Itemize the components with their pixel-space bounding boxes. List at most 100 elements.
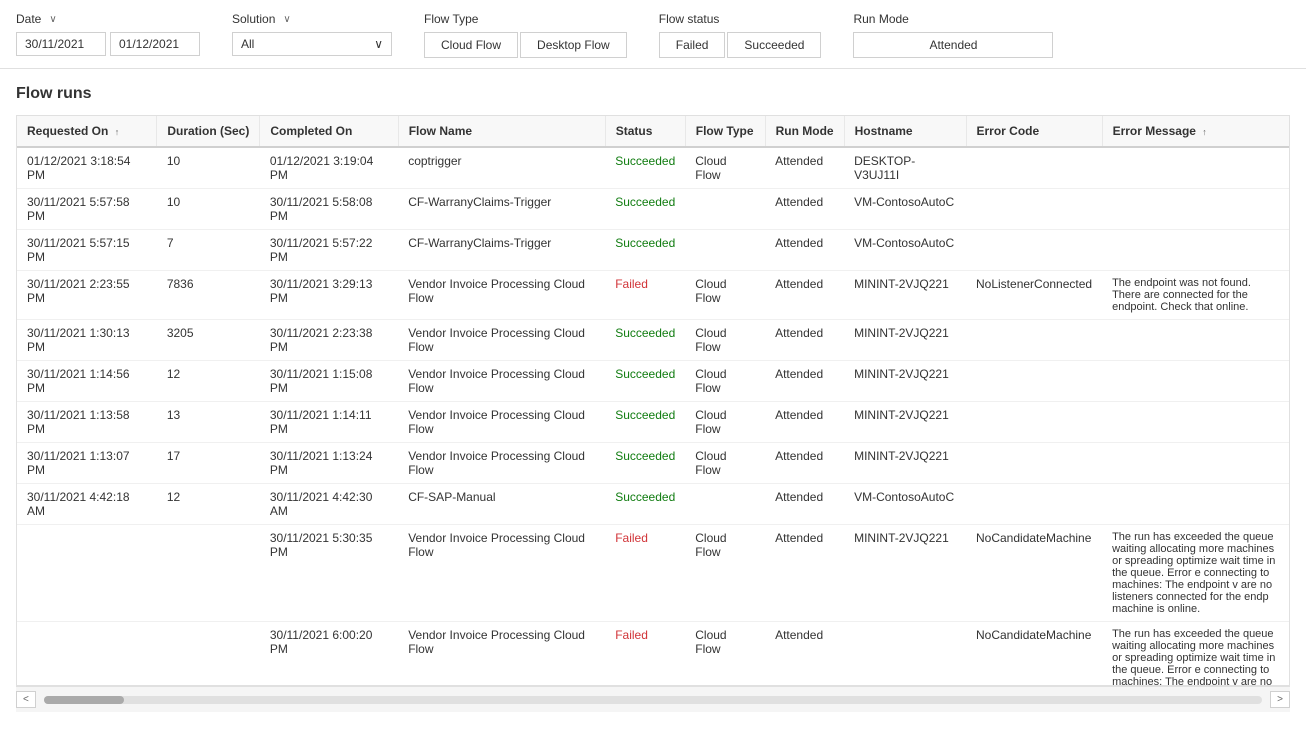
table-cell: 01/12/2021 3:19:04 PM bbox=[260, 147, 398, 189]
table-cell bbox=[966, 147, 1102, 189]
table-cell: Vendor Invoice Processing Cloud Flow bbox=[398, 271, 605, 320]
table-cell bbox=[844, 622, 966, 687]
table-row: 30/11/2021 1:13:58 PM1330/11/2021 1:14:1… bbox=[17, 402, 1289, 443]
sort-error-message-icon: ↑ bbox=[1202, 127, 1207, 137]
table-row: 30/11/2021 5:57:58 PM1030/11/2021 5:58:0… bbox=[17, 189, 1289, 230]
table-cell: Attended bbox=[765, 443, 844, 484]
table-row: 30/11/2021 4:42:18 AM1230/11/2021 4:42:3… bbox=[17, 484, 1289, 525]
col-error-message[interactable]: Error Message ↑ bbox=[1102, 116, 1289, 147]
date-filter-group: Date ∨ bbox=[16, 12, 200, 56]
table-cell: Attended bbox=[765, 189, 844, 230]
table-cell: Attended bbox=[765, 525, 844, 622]
table-row: 30/11/2021 1:30:13 PM320530/11/2021 2:23… bbox=[17, 320, 1289, 361]
table-cell: VM-ContosoAutoC bbox=[844, 189, 966, 230]
table-cell: 12 bbox=[157, 484, 260, 525]
scroll-thumb[interactable] bbox=[44, 696, 124, 704]
flow-status-label: Flow status bbox=[659, 12, 822, 26]
table-cell: Cloud Flow bbox=[685, 361, 765, 402]
horizontal-scrollbar[interactable]: < > bbox=[16, 686, 1290, 712]
date-from-input[interactable] bbox=[16, 32, 106, 56]
table-cell: Succeeded bbox=[605, 361, 685, 402]
table-cell: Cloud Flow bbox=[685, 622, 765, 687]
table-cell: Vendor Invoice Processing Cloud Flow bbox=[398, 402, 605, 443]
table-cell: The endpoint was not found. There are co… bbox=[1102, 271, 1289, 320]
table-cell bbox=[157, 525, 260, 622]
table-cell: VM-ContosoAutoC bbox=[844, 230, 966, 271]
table-cell: Succeeded bbox=[605, 189, 685, 230]
succeeded-button[interactable]: Succeeded bbox=[727, 32, 821, 58]
col-requested-on[interactable]: Requested On ↑ bbox=[17, 116, 157, 147]
col-hostname[interactable]: Hostname bbox=[844, 116, 966, 147]
filter-bar: Date ∨ Solution ∨ All ∨ Flow Type Cloud … bbox=[0, 0, 1306, 69]
table-cell: VM-ContosoAutoC bbox=[844, 484, 966, 525]
table-cell: MININT-2VJQ221 bbox=[844, 320, 966, 361]
solution-chevron-icon: ∨ bbox=[283, 14, 290, 25]
table-cell bbox=[1102, 361, 1289, 402]
solution-dropdown-chevron: ∨ bbox=[374, 37, 383, 51]
table-cell: MININT-2VJQ221 bbox=[844, 443, 966, 484]
table-cell: CF-WarranyClaims-Trigger bbox=[398, 230, 605, 271]
solution-value: All bbox=[241, 37, 254, 51]
table-cell: Cloud Flow bbox=[685, 320, 765, 361]
table-cell: Failed bbox=[605, 622, 685, 687]
col-run-mode[interactable]: Run Mode bbox=[765, 116, 844, 147]
table-cell: 30/11/2021 1:30:13 PM bbox=[17, 320, 157, 361]
table-cell: Attended bbox=[765, 320, 844, 361]
date-filter-label: Date bbox=[16, 12, 41, 26]
flow-status-filter-group: Flow status Failed Succeeded bbox=[659, 12, 822, 58]
table-cell: Succeeded bbox=[605, 320, 685, 361]
table-cell: CF-SAP-Manual bbox=[398, 484, 605, 525]
flow-runs-table-container[interactable]: Requested On ↑ Duration (Sec) Completed … bbox=[16, 115, 1290, 686]
sort-requested-on-icon: ↑ bbox=[115, 127, 120, 137]
col-error-code[interactable]: Error Code bbox=[966, 116, 1102, 147]
table-cell: Vendor Invoice Processing Cloud Flow bbox=[398, 443, 605, 484]
scroll-track[interactable] bbox=[44, 696, 1262, 704]
table-cell: Cloud Flow bbox=[685, 271, 765, 320]
col-duration[interactable]: Duration (Sec) bbox=[157, 116, 260, 147]
cloud-flow-button[interactable]: Cloud Flow bbox=[424, 32, 518, 58]
table-cell: The run has exceeded the queue waiting a… bbox=[1102, 525, 1289, 622]
table-cell: 30/11/2021 2:23:55 PM bbox=[17, 271, 157, 320]
table-cell: 30/11/2021 1:15:08 PM bbox=[260, 361, 398, 402]
table-cell bbox=[1102, 484, 1289, 525]
table-row: 01/12/2021 3:18:54 PM1001/12/2021 3:19:0… bbox=[17, 147, 1289, 189]
table-cell bbox=[17, 525, 157, 622]
table-cell: 10 bbox=[157, 189, 260, 230]
attended-button[interactable]: Attended bbox=[853, 32, 1053, 58]
table-header-row: Requested On ↑ Duration (Sec) Completed … bbox=[17, 116, 1289, 147]
scroll-right-button[interactable]: > bbox=[1270, 691, 1290, 708]
table-cell bbox=[966, 361, 1102, 402]
table-cell: Attended bbox=[765, 484, 844, 525]
col-status[interactable]: Status bbox=[605, 116, 685, 147]
table-cell bbox=[685, 189, 765, 230]
table-cell bbox=[17, 622, 157, 687]
table-cell bbox=[685, 484, 765, 525]
desktop-flow-button[interactable]: Desktop Flow bbox=[520, 32, 627, 58]
table-cell: 7 bbox=[157, 230, 260, 271]
table-cell bbox=[1102, 402, 1289, 443]
table-cell bbox=[966, 402, 1102, 443]
scroll-left-button[interactable]: < bbox=[16, 691, 36, 708]
table-cell: 17 bbox=[157, 443, 260, 484]
table-cell bbox=[966, 443, 1102, 484]
col-flow-name[interactable]: Flow Name bbox=[398, 116, 605, 147]
failed-button[interactable]: Failed bbox=[659, 32, 726, 58]
table-cell: 30/11/2021 2:23:38 PM bbox=[260, 320, 398, 361]
table-cell bbox=[966, 189, 1102, 230]
col-completed-on[interactable]: Completed On bbox=[260, 116, 398, 147]
table-cell: Succeeded bbox=[605, 484, 685, 525]
table-body: 01/12/2021 3:18:54 PM1001/12/2021 3:19:0… bbox=[17, 147, 1289, 686]
table-cell: 30/11/2021 1:13:07 PM bbox=[17, 443, 157, 484]
table-row: 30/11/2021 5:57:15 PM730/11/2021 5:57:22… bbox=[17, 230, 1289, 271]
table-cell: 30/11/2021 5:57:58 PM bbox=[17, 189, 157, 230]
table-cell bbox=[1102, 189, 1289, 230]
solution-dropdown[interactable]: All ∨ bbox=[232, 32, 392, 56]
col-flow-type[interactable]: Flow Type bbox=[685, 116, 765, 147]
table-cell: MININT-2VJQ221 bbox=[844, 525, 966, 622]
table-cell: 30/11/2021 1:13:24 PM bbox=[260, 443, 398, 484]
table-cell: 01/12/2021 3:18:54 PM bbox=[17, 147, 157, 189]
solution-filter-group: Solution ∨ All ∨ bbox=[232, 12, 392, 56]
date-to-input[interactable] bbox=[110, 32, 200, 56]
flow-type-label: Flow Type bbox=[424, 12, 627, 26]
run-mode-label: Run Mode bbox=[853, 12, 1053, 26]
